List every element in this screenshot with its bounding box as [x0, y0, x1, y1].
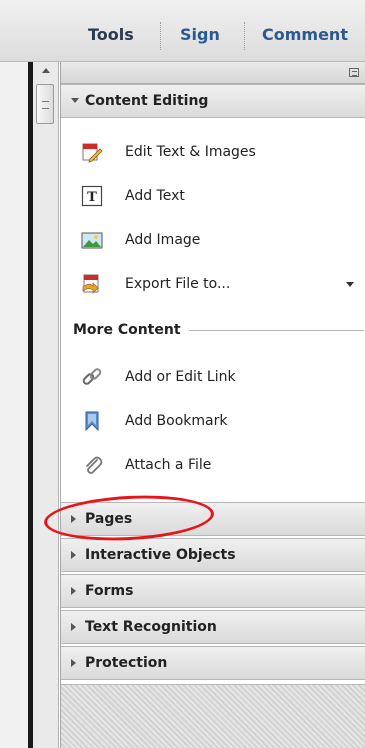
edit-text-images-tool[interactable]: Edit Text & Images: [81, 137, 365, 167]
expanded-triangle-icon: [71, 98, 79, 103]
collapsed-triangle-icon: [71, 659, 76, 667]
empty-panel-area: [61, 684, 365, 748]
section-content-editing[interactable]: Content Editing: [61, 84, 365, 118]
divider: [189, 330, 364, 331]
section-protection[interactable]: Protection: [61, 646, 365, 680]
scroll-up-arrow-icon[interactable]: [42, 68, 50, 73]
section-forms[interactable]: Forms: [61, 574, 365, 608]
tool-label: Edit Text & Images: [125, 144, 256, 160]
section-label: Protection: [85, 655, 168, 671]
add-edit-link-tool[interactable]: Add or Edit Link: [81, 362, 365, 392]
top-toolbar: Tools Sign Comment: [0, 0, 365, 62]
add-image-icon: [81, 232, 103, 249]
add-image-tool[interactable]: Add Image: [81, 225, 365, 255]
tool-label: Add Text: [125, 188, 185, 204]
export-file-tool[interactable]: Export File to...: [81, 269, 365, 299]
tool-label: Add Image: [125, 232, 201, 248]
collapsed-triangle-icon: [71, 623, 76, 631]
comment-button[interactable]: Comment: [262, 22, 348, 48]
tool-label: Export File to...: [125, 276, 231, 292]
panel-options-icon[interactable]: [349, 68, 359, 77]
left-frame: [0, 62, 28, 748]
section-label: Forms: [85, 583, 134, 599]
tool-label: Add or Edit Link: [125, 369, 236, 385]
vertical-scrollbar[interactable]: [33, 62, 59, 748]
more-content-heading: More Content: [73, 322, 181, 338]
add-text-icon: T: [81, 185, 103, 207]
tools-panel: Content Editing Edit Text & Images T Add…: [60, 62, 365, 748]
tools-button[interactable]: Tools: [88, 22, 134, 48]
sign-button[interactable]: Sign: [180, 22, 220, 48]
link-icon: [82, 368, 102, 385]
add-bookmark-tool[interactable]: Add Bookmark: [81, 406, 365, 436]
tool-label: Add Bookmark: [125, 413, 228, 429]
chevron-down-icon[interactable]: [346, 282, 354, 287]
add-text-tool[interactable]: T Add Text: [81, 181, 365, 211]
collapsed-triangle-icon: [71, 587, 76, 595]
tool-label: Attach a File: [125, 457, 212, 473]
bookmark-icon: [85, 411, 99, 432]
section-label: Content Editing: [85, 93, 209, 109]
scroll-thumb[interactable]: [36, 84, 54, 124]
collapsed-triangle-icon: [71, 551, 76, 559]
svg-text:T: T: [87, 190, 97, 205]
export-file-icon: [82, 274, 99, 294]
toolbar-separator: [160, 22, 161, 50]
section-text-recognition[interactable]: Text Recognition: [61, 610, 365, 644]
section-interactive-objects[interactable]: Interactive Objects: [61, 538, 365, 572]
section-label: Interactive Objects: [85, 547, 236, 563]
paperclip-icon: [86, 456, 103, 474]
section-label: Text Recognition: [85, 619, 217, 635]
edit-text-images-icon: [82, 143, 103, 163]
attach-file-tool[interactable]: Attach a File: [81, 450, 365, 480]
toolbar-separator: [244, 22, 245, 50]
panel-top-strip: [61, 62, 365, 84]
